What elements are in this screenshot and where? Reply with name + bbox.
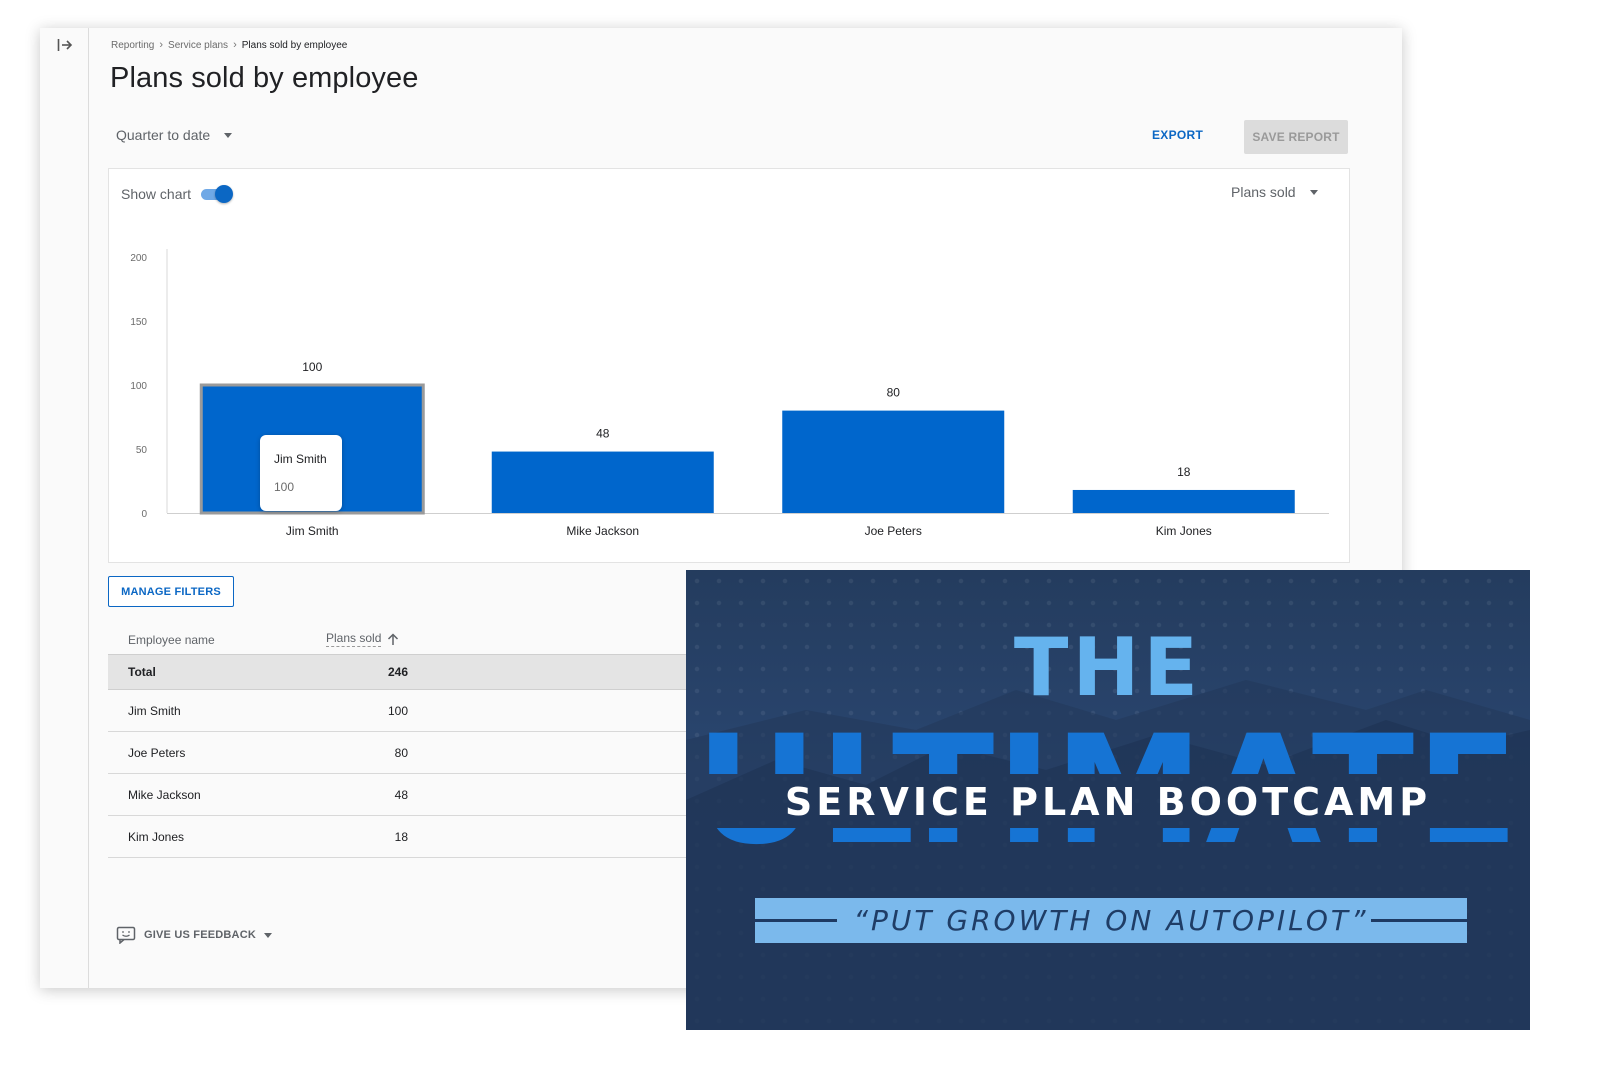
- date-range-select[interactable]: Quarter to date: [116, 127, 233, 143]
- breadcrumb-link-service-plans[interactable]: Service plans: [168, 40, 228, 51]
- arrow-up-icon: [388, 632, 399, 645]
- y-tick-label: 150: [130, 317, 147, 328]
- page-title: Plans sold by employee: [110, 62, 419, 94]
- tooltip-value: 100: [274, 480, 295, 494]
- give-feedback-label: GIVE US FEEDBACK: [144, 929, 256, 941]
- side-rail: [40, 28, 89, 988]
- plans-sold-cell: 48: [394, 788, 408, 802]
- employee-name-cell: Jim Smith: [128, 704, 181, 718]
- column-header-plans-sold-label: Plans sold: [326, 631, 382, 647]
- promo-tagline: “PUT GROWTH ON AUTOPILOT”: [853, 904, 1369, 937]
- table-row[interactable]: Kim Jones 18: [108, 816, 748, 858]
- breadcrumb-link-reporting[interactable]: Reporting: [111, 40, 154, 51]
- employee-name-cell: Joe Peters: [128, 746, 186, 760]
- bar-value-label: 18: [1177, 465, 1191, 479]
- promo-subtitle: SERVICE PLAN BOOTCAMP: [784, 780, 1432, 824]
- x-tick-label: Joe Peters: [865, 524, 922, 538]
- table-row[interactable]: Mike Jackson 48: [108, 774, 748, 816]
- ultimate-top-slice: ULTIMATE: [686, 716, 1530, 774]
- x-tick-label: Jim Smith: [286, 524, 339, 538]
- y-tick-label: 100: [130, 381, 147, 392]
- bar-value-label: 100: [302, 360, 322, 374]
- feedback-icon: [116, 926, 136, 944]
- employee-name-cell: Kim Jones: [128, 830, 185, 844]
- collapse-sidebar-icon[interactable]: [54, 34, 76, 56]
- caret-down-icon: [224, 132, 233, 138]
- x-tick-label: Mike Jackson: [566, 524, 639, 538]
- bootcamp-promo-banner[interactable]: THE ULTIMATE ULTIMATE SERVICE PLAN BOOTC…: [686, 570, 1530, 1030]
- y-tick-label: 200: [130, 253, 147, 264]
- manage-filters-button[interactable]: MANAGE FILTERS: [108, 576, 234, 607]
- breadcrumb: Reporting › Service plans › Plans sold b…: [111, 39, 347, 51]
- chevron-right-icon: ›: [233, 39, 237, 51]
- ultimate-text-top: ULTIMATE: [686, 716, 1530, 774]
- column-header-plans-sold[interactable]: Plans sold: [326, 631, 399, 647]
- save-report-button[interactable]: SAVE REPORT: [1244, 120, 1348, 154]
- results-table: Employee name Plans sold Total 246 Jim S…: [108, 624, 748, 858]
- ultimate-text-bottom: ULTIMATE: [686, 828, 1530, 866]
- ultimate-bottom-slice: ULTIMATE: [686, 828, 1530, 884]
- plans-sold-cell: 80: [394, 746, 408, 760]
- employee-name-cell: Mike Jackson: [128, 788, 201, 802]
- y-tick-label: 50: [136, 445, 148, 456]
- date-range-value: Quarter to date: [116, 127, 211, 143]
- x-tick-label: Kim Jones: [1156, 524, 1212, 538]
- give-feedback-button[interactable]: GIVE US FEEDBACK: [116, 926, 272, 944]
- bar-value-label: 80: [887, 386, 901, 400]
- y-tick-label: 0: [141, 509, 147, 520]
- total-value: 246: [387, 665, 408, 679]
- table-total-row: Total 246: [108, 654, 748, 690]
- chart-bar: [491, 451, 714, 513]
- export-button[interactable]: EXPORT: [1152, 128, 1203, 142]
- promo-title-the: THE: [1013, 621, 1203, 714]
- chart-bar: [1072, 489, 1295, 513]
- plans-sold-cell: 18: [394, 830, 408, 844]
- tagline-bar: “PUT GROWTH ON AUTOPILOT”: [755, 898, 1467, 943]
- plans-sold-cell: 100: [387, 704, 408, 718]
- chevron-right-icon: ›: [159, 39, 164, 51]
- column-header-employee-name[interactable]: Employee name: [128, 633, 215, 647]
- total-label: Total: [128, 665, 156, 679]
- table-row[interactable]: Jim Smith 100: [108, 690, 748, 732]
- caret-down-icon: [264, 932, 272, 938]
- tooltip-name: Jim Smith: [274, 452, 327, 466]
- chart-card: Show chart Plans sold 0 50 100 150 200 100 Jim…: [108, 168, 1350, 563]
- table-row[interactable]: Joe Peters 80: [108, 732, 748, 774]
- chart-bar: [782, 410, 1005, 513]
- bar-value-label: 48: [596, 427, 610, 441]
- chart-tooltip: Jim Smith 100: [260, 435, 342, 511]
- table-header: Employee name Plans sold: [108, 624, 748, 654]
- breadcrumb-current: Plans sold by employee: [241, 39, 348, 51]
